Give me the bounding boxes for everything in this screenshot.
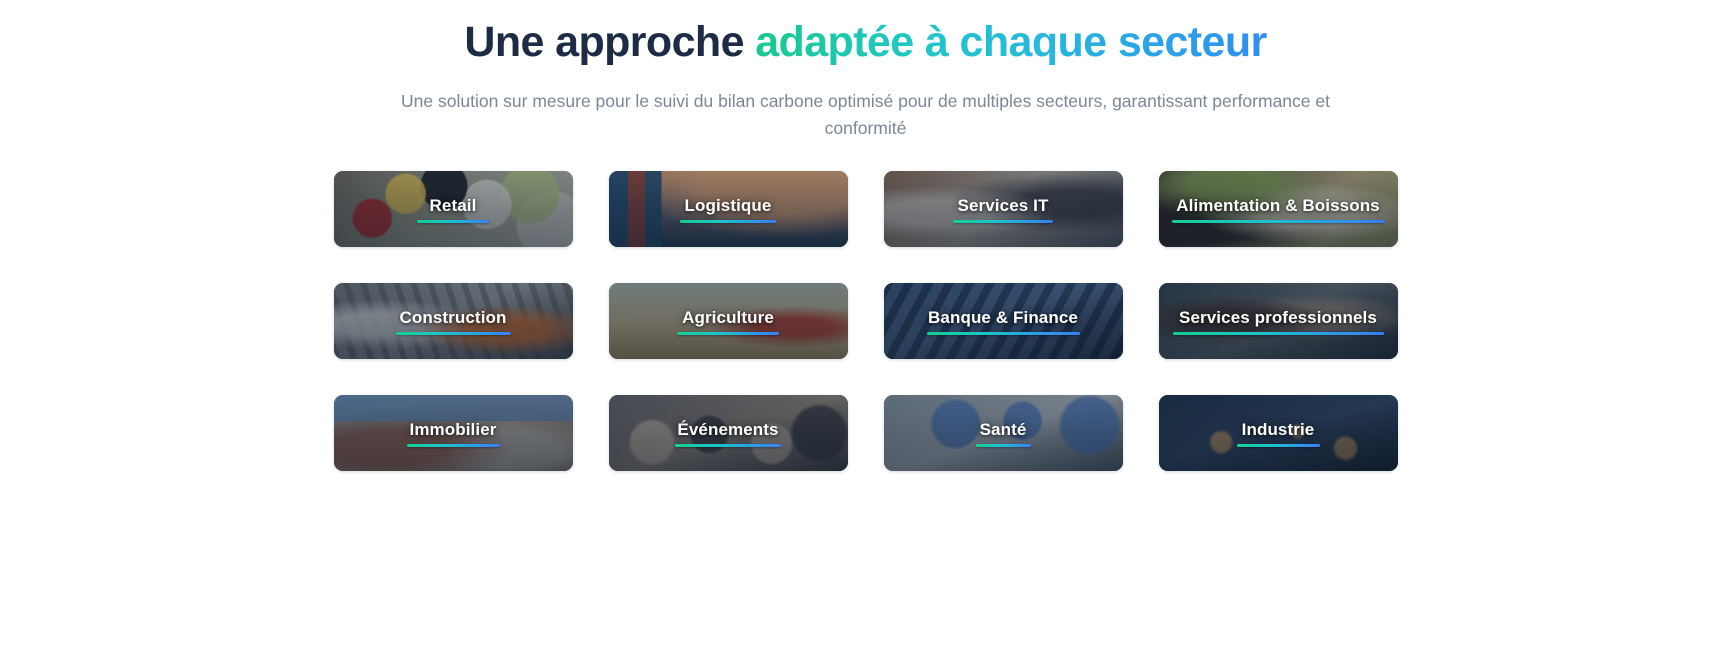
sector-card-label: Alimentation & Boissons	[1176, 195, 1380, 215]
sector-card-banque-and-finance[interactable]: Banque & Finance	[883, 283, 1123, 359]
sector-card-underline	[975, 443, 1031, 447]
sector-card-underline	[417, 219, 489, 223]
sector-card-label: Construction	[399, 307, 507, 327]
sector-card-underline	[406, 443, 500, 447]
page-title-plain: Une approche	[464, 18, 756, 66]
page-title-highlight: adaptée à chaque secteur	[755, 18, 1267, 66]
sector-card-agriculture[interactable]: Agriculture	[608, 283, 848, 359]
sector-card-label: Services IT	[957, 195, 1049, 215]
sector-card-alimentation-and-boissons[interactable]: Alimentation & Boissons	[1158, 171, 1398, 247]
sectors-section: Une approche adaptée à chaque secteur Un…	[0, 0, 1731, 666]
sector-card-grid: Retail Logistique Services IT Alimentation …	[333, 171, 1398, 471]
sector-card-retail[interactable]: Retail	[333, 171, 573, 247]
sector-card-label: Industrie	[1241, 419, 1315, 439]
sector-card-immobilier[interactable]: Immobilier	[333, 395, 573, 471]
section-header: Une approche adaptée à chaque secteur Un…	[326, 0, 1406, 142]
sector-card-logistique[interactable]: Logistique	[608, 171, 848, 247]
sector-card-underline	[1236, 443, 1320, 447]
sector-card-body: Immobilier	[334, 395, 573, 471]
sector-card-sante[interactable]: Santé	[883, 395, 1123, 471]
sector-card-label: Événements	[677, 419, 779, 439]
sector-card-services-it[interactable]: Services IT	[883, 171, 1123, 247]
sector-card-underline	[926, 331, 1080, 335]
sector-card-body: Industrie	[1159, 395, 1398, 471]
sector-card-label: Agriculture	[682, 307, 774, 327]
page-title: Une approche adaptée à chaque secteur	[326, 14, 1406, 70]
sector-card-services-professionnels[interactable]: Services professionnels	[1158, 283, 1398, 359]
sector-card-label: Santé	[979, 419, 1027, 439]
sector-card-underline	[1171, 219, 1385, 223]
sector-card-underline	[680, 219, 776, 223]
sector-card-label: Logistique	[684, 195, 772, 215]
sector-card-construction[interactable]: Construction	[333, 283, 573, 359]
sector-card-body: Événements	[609, 395, 848, 471]
sector-card-label: Banque & Finance	[928, 307, 1078, 327]
sector-card-body: Banque & Finance	[884, 283, 1123, 359]
sector-card-underline	[953, 219, 1053, 223]
sector-card-label: Immobilier	[409, 419, 497, 439]
sector-card-underline	[675, 443, 781, 447]
section-subtitle: Une solution sur mesure pour le suivi du…	[401, 91, 1330, 138]
sector-card-label: Retail	[429, 195, 477, 215]
sector-card-body: Services IT	[884, 171, 1123, 247]
sector-card-industrie[interactable]: Industrie	[1158, 395, 1398, 471]
sector-card-label: Services professionnels	[1179, 307, 1377, 327]
sector-card-evenements[interactable]: Événements	[608, 395, 848, 471]
sector-card-body: Logistique	[609, 171, 848, 247]
sector-card-body: Santé	[884, 395, 1123, 471]
sector-card-underline	[395, 331, 511, 335]
sector-card-body: Construction	[334, 283, 573, 359]
sector-card-underline	[677, 331, 779, 335]
sector-card-body: Alimentation & Boissons	[1159, 171, 1398, 247]
sector-card-body: Agriculture	[609, 283, 848, 359]
sector-card-body: Services professionnels	[1159, 283, 1398, 359]
sector-card-body: Retail	[334, 171, 573, 247]
sector-card-underline	[1172, 331, 1384, 335]
